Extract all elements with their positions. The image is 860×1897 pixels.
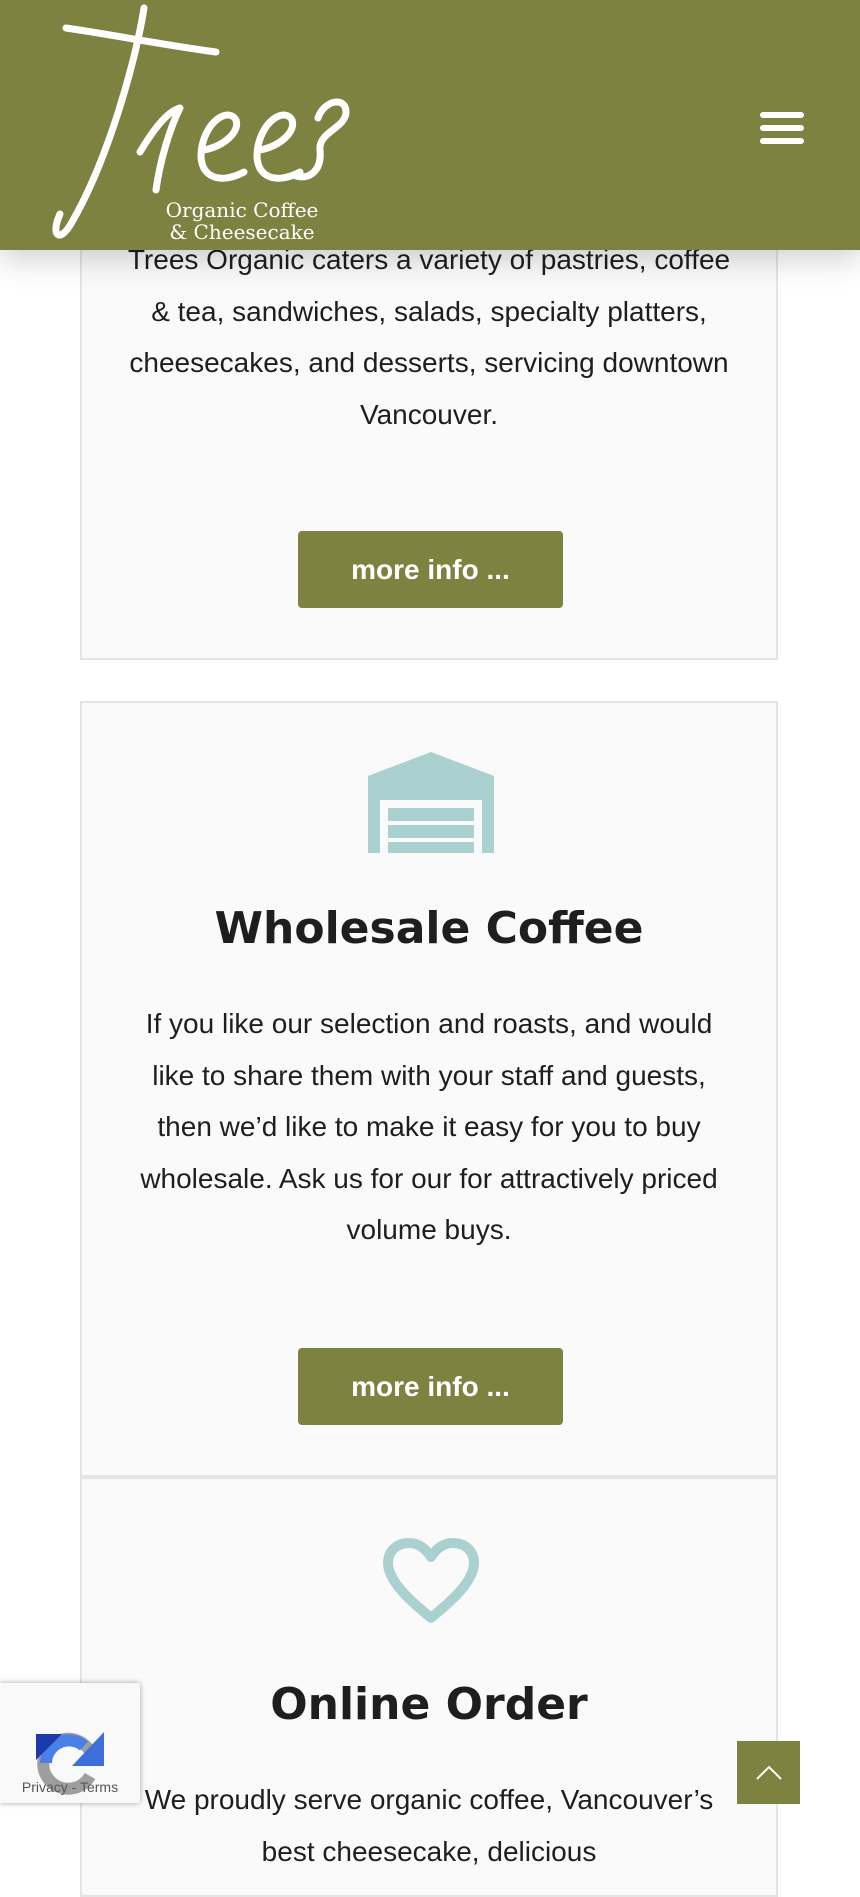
wholesale-more-info-button[interactable]: more info ... [298, 1348, 563, 1425]
chevron-up-icon [755, 1765, 782, 1780]
catering-card: Trees Organic caters a variety of pastri… [80, 180, 778, 660]
scroll-to-top-button[interactable] [737, 1741, 800, 1804]
recaptcha-terms-link[interactable]: Terms [80, 1779, 118, 1795]
logo-subtitle-line1: Organic Coffee [165, 198, 319, 222]
online-order-title: Online Order [270, 1679, 588, 1730]
logo-subtitle-line2: & Cheesecake [169, 220, 315, 244]
catering-description: Trees Organic caters a variety of pastri… [127, 244, 731, 430]
recaptcha-badge[interactable]: Privacy - Terms [0, 1683, 140, 1803]
online-order-card: Online Order We proudly serve organic co… [80, 1477, 778, 1897]
wholesale-description: If you like our selection and roasts, an… [140, 1008, 718, 1245]
wholesale-card: Wholesale Coffee If you like our selecti… [80, 701, 778, 1477]
wholesale-title: Wholesale Coffee [214, 903, 644, 954]
heart-icon [383, 1538, 479, 1623]
warehouse-icon [368, 752, 494, 853]
site-header: Organic Coffee & Cheesecake [0, 0, 860, 250]
recaptcha-privacy-link[interactable]: Privacy [22, 1779, 68, 1795]
recaptcha-links: Privacy - Terms [0, 1779, 140, 1795]
recaptcha-separator: - [71, 1779, 77, 1795]
hamburger-menu-icon[interactable] [756, 108, 808, 148]
catering-more-info-button[interactable]: more info ... [298, 531, 563, 608]
site-logo[interactable]: Organic Coffee & Cheesecake [0, 0, 380, 250]
online-order-description: We proudly serve organic coffee, Vancouv… [144, 1784, 714, 1867]
